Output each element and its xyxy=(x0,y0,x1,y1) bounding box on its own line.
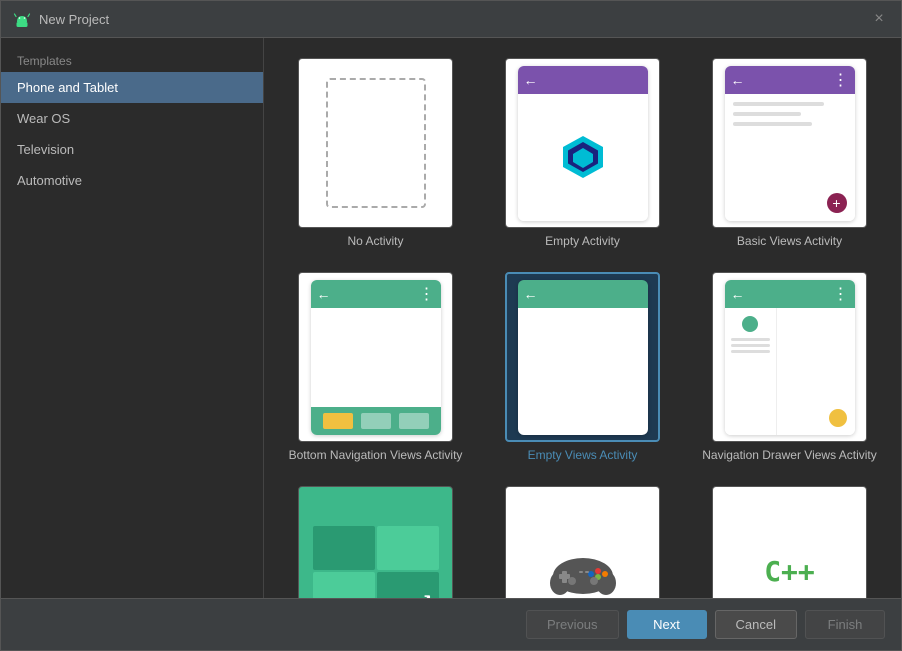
card-label-basic-views: Basic Views Activity xyxy=(737,234,842,248)
bottom-nav-bar xyxy=(311,407,441,435)
template-card-bottom-nav[interactable]: ← ⋮ Bottom Nav xyxy=(280,268,471,466)
back-arrow-icon: ← xyxy=(524,72,538,88)
card-label-nav-drawer: Navigation Drawer Views Activity xyxy=(702,448,877,462)
drawer-line-3 xyxy=(731,350,770,353)
gamepad-visual xyxy=(518,524,648,599)
template-card-game[interactable]: Game Activity xyxy=(487,482,678,598)
template-card-fullscreen[interactable]: ↗ Fullscreen Activity xyxy=(280,482,471,598)
card-preview-no-activity xyxy=(298,58,453,228)
drawer-avatar-circle xyxy=(742,316,758,332)
sidebar-item-phone-tablet-label: Phone and Tablet xyxy=(17,80,118,95)
content-line-3 xyxy=(733,122,813,126)
nav-item-active xyxy=(323,413,353,429)
title-bar: New Project × xyxy=(1,1,901,38)
next-button[interactable]: Next xyxy=(627,610,707,639)
back-arrow-icon-ev: ← xyxy=(524,286,538,302)
back-arrow-icon-nd: ← xyxy=(731,286,745,302)
card-preview-empty-activity: ← xyxy=(505,58,660,228)
cpp-visual: C++ xyxy=(725,524,855,599)
phone-body-empty-activity xyxy=(518,94,648,221)
grid-cell-3 xyxy=(313,572,375,598)
finish-button[interactable]: Finish xyxy=(805,610,885,639)
drawer-line-2 xyxy=(731,344,770,347)
sidebar-item-wear-os-label: Wear OS xyxy=(17,111,70,126)
template-card-basic-views[interactable]: ← ⋮ + Basic Views Activity xyxy=(694,54,885,252)
templates-grid: No Activity ← xyxy=(280,54,885,598)
footer: Previous Next Cancel Finish xyxy=(1,598,901,650)
grid-arrow-icon: ↗ xyxy=(417,590,432,599)
sidebar: Templates Phone and Tablet Wear OS Telev… xyxy=(1,38,264,598)
phone-mockup-empty-activity: ← xyxy=(518,66,648,221)
back-arrow-icon-bn: ← xyxy=(317,286,331,302)
template-card-no-activity[interactable]: No Activity xyxy=(280,54,471,252)
back-arrow-icon-bv: ← xyxy=(731,72,745,88)
drawer-line-1 xyxy=(731,338,770,341)
content-line-1 xyxy=(733,102,824,106)
content-line-2 xyxy=(733,112,801,116)
phone-toolbar-basic-views: ← ⋮ xyxy=(725,66,855,94)
grid-cell-2 xyxy=(377,526,439,571)
sidebar-item-television[interactable]: Television xyxy=(1,134,263,165)
sidebar-item-phone-tablet[interactable]: Phone and Tablet xyxy=(1,72,263,103)
phone-mockup-basic-views: ← ⋮ + xyxy=(725,66,855,221)
phone-body-bottom-nav xyxy=(311,308,441,435)
android-icon xyxy=(13,10,31,28)
grid-cell-1 xyxy=(313,526,375,571)
phone-mockup-empty-views: ← xyxy=(518,280,648,435)
phone-toolbar-nav-drawer: ← ⋮ xyxy=(725,280,855,308)
card-preview-nav-drawer: ← ⋮ xyxy=(712,272,867,442)
drawer-fab-icon xyxy=(829,409,847,427)
phone-mockup-bottom-nav: ← ⋮ xyxy=(311,280,441,435)
dialog-title: New Project xyxy=(39,12,109,27)
phone-toolbar-empty-views: ← xyxy=(518,280,648,308)
card-preview-bottom-nav: ← ⋮ xyxy=(298,272,453,442)
cpp-label-text: C++ xyxy=(764,555,815,588)
template-card-empty-views[interactable]: ← Empty Views Activity xyxy=(487,268,678,466)
card-preview-empty-views: ← xyxy=(505,272,660,442)
sidebar-item-television-label: Television xyxy=(17,142,74,157)
main-content: Templates Phone and Tablet Wear OS Telev… xyxy=(1,38,901,598)
card-preview-fullscreen: ↗ xyxy=(298,486,453,598)
card-preview-basic-views: ← ⋮ + xyxy=(712,58,867,228)
card-preview-native-cpp: C++ xyxy=(712,486,867,598)
card-label-empty-activity: Empty Activity xyxy=(545,234,620,248)
content-area: No Activity ← xyxy=(264,38,901,598)
card-label-empty-views: Empty Views Activity xyxy=(528,448,638,462)
phone-mockup-nav-drawer: ← ⋮ xyxy=(725,280,855,435)
more-icon-nd: ⋮ xyxy=(833,284,849,304)
fab-button-icon: + xyxy=(827,193,847,213)
phone-body-nav-drawer xyxy=(725,308,855,435)
phone-toolbar-bottom-nav: ← ⋮ xyxy=(311,280,441,308)
grid-card-visual: ↗ xyxy=(311,524,441,599)
sidebar-item-automotive-label: Automotive xyxy=(17,173,82,188)
cancel-button[interactable]: Cancel xyxy=(715,610,797,639)
card-label-no-activity: No Activity xyxy=(347,234,403,248)
new-project-dialog: New Project × Templates Phone and Tablet… xyxy=(0,0,902,651)
sidebar-section-label: Templates xyxy=(1,46,263,72)
no-activity-dashed-box xyxy=(326,78,426,208)
close-button[interactable]: × xyxy=(869,9,889,29)
more-icon-bv: ⋮ xyxy=(833,70,849,90)
hexagon-logo-icon xyxy=(558,132,608,182)
template-card-empty-activity[interactable]: ← Empty Activity xyxy=(487,54,678,252)
nav-item-2 xyxy=(399,413,429,429)
phone-body-empty-views xyxy=(518,308,648,435)
template-card-nav-drawer[interactable]: ← ⋮ xyxy=(694,268,885,466)
template-card-native-cpp[interactable]: C++ Native C++ xyxy=(694,482,885,598)
phone-toolbar-empty-activity: ← xyxy=(518,66,648,94)
gamepad-icon xyxy=(548,541,618,598)
nav-item-1 xyxy=(361,413,391,429)
previous-button[interactable]: Previous xyxy=(526,610,619,639)
sidebar-item-automotive[interactable]: Automotive xyxy=(1,165,263,196)
title-bar-left: New Project xyxy=(13,10,109,28)
card-preview-game xyxy=(505,486,660,598)
drawer-sidebar xyxy=(725,308,777,435)
sidebar-item-wear-os[interactable]: Wear OS xyxy=(1,103,263,134)
card-label-bottom-nav: Bottom Navigation Views Activity xyxy=(289,448,463,462)
phone-body-basic-views: + xyxy=(725,94,855,221)
more-icon-bn: ⋮ xyxy=(419,284,435,304)
